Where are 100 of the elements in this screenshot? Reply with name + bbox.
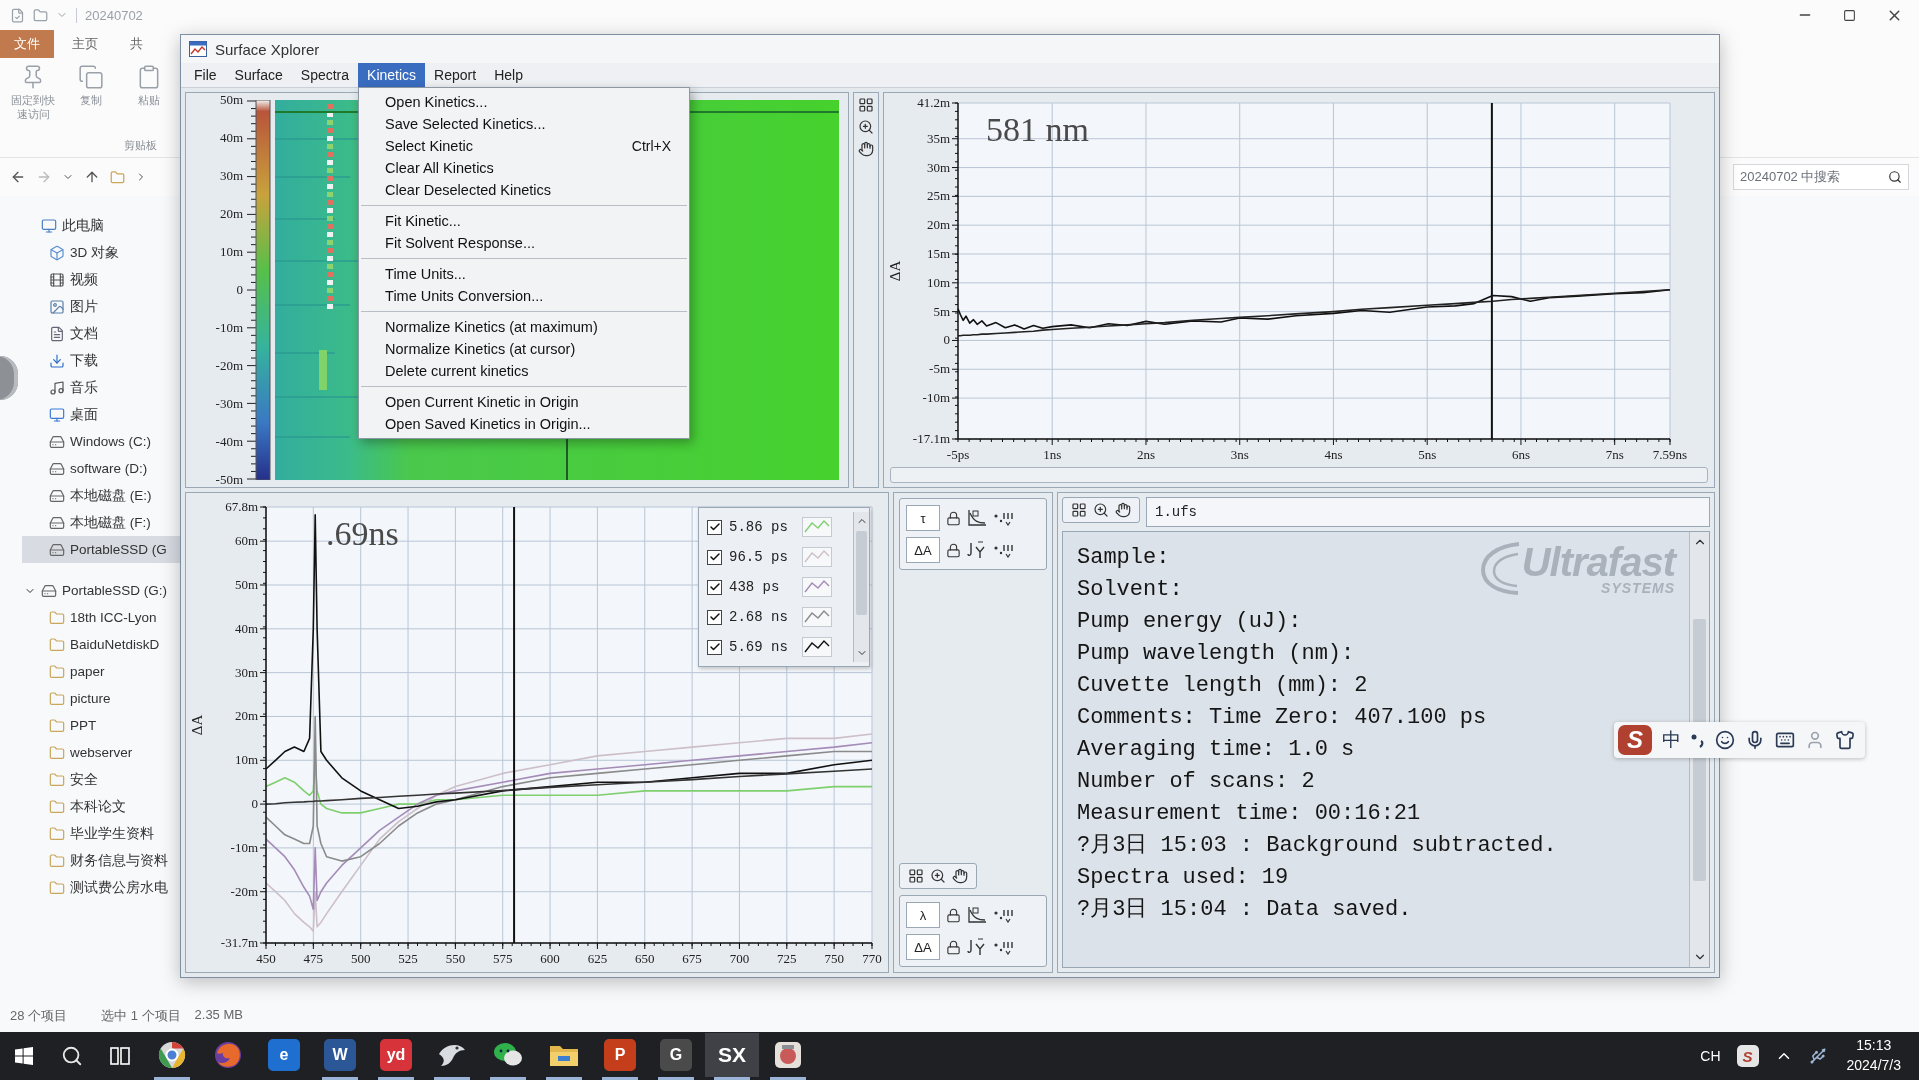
nav-item[interactable]: 文档 xyxy=(22,320,180,347)
nav-item[interactable]: 下载 xyxy=(22,347,180,374)
scrollbar[interactable] xyxy=(1689,532,1709,967)
axis-button[interactable]: λ xyxy=(906,902,940,928)
hand-icon[interactable] xyxy=(952,868,968,884)
menu-item[interactable]: Delete current kinetics xyxy=(359,360,690,382)
axis-button[interactable]: τ xyxy=(906,505,940,531)
nav-item[interactable]: PortableSSD (G xyxy=(22,536,180,563)
nav-item[interactable]: picture xyxy=(22,685,180,712)
curve-fit-icon[interactable] xyxy=(967,509,987,527)
menu-item[interactable]: Normalize Kinetics (at cursor) xyxy=(359,338,690,360)
nav-item[interactable]: Windows (C:) xyxy=(22,428,180,455)
taskbar-app[interactable]: e xyxy=(268,1039,300,1071)
curve-fit-icon[interactable] xyxy=(967,906,987,924)
axis-scale-icon[interactable] xyxy=(967,938,987,956)
menu-item[interactable]: Open Saved Kinetics in Origin... xyxy=(359,413,690,435)
menu-item[interactable]: Normalize Kinetics (at maximum) xyxy=(359,316,690,338)
search-field[interactable]: 20240702 中搜索 xyxy=(1733,164,1909,190)
number-format-icon[interactable] xyxy=(993,510,1015,526)
lock-icon[interactable] xyxy=(946,907,961,923)
nav-item[interactable]: 桌面 xyxy=(22,401,180,428)
menu-item[interactable]: Kinetics xyxy=(358,63,426,87)
nav-item[interactable]: 18th ICC-Lyon xyxy=(22,604,180,631)
nav-item[interactable]: 音乐 xyxy=(22,374,180,401)
scrollbar[interactable] xyxy=(890,467,1708,483)
hand-icon[interactable] xyxy=(858,141,874,157)
back-icon[interactable] xyxy=(10,169,26,185)
taskbar-app[interactable]: SX xyxy=(705,1033,759,1077)
nav-item[interactable]: 本科论文 xyxy=(22,793,180,820)
menu-item[interactable]: Fit Solvent Response... xyxy=(359,232,690,254)
nav-item[interactable]: software (D:) xyxy=(22,455,180,482)
taskbar-app[interactable]: P xyxy=(604,1039,636,1071)
punctuation-icon[interactable] xyxy=(1691,732,1705,748)
menu-item[interactable]: Clear Deselected Kinetics xyxy=(359,179,690,201)
menu-item[interactable]: Select Kinetic Ctrl+X xyxy=(359,135,690,157)
microphone-icon[interactable] xyxy=(1745,730,1765,750)
grid-icon[interactable] xyxy=(1071,502,1087,518)
nav-item[interactable]: paper xyxy=(22,658,180,685)
menu-item[interactable]: Open Kinetics... xyxy=(359,91,690,113)
nav-item[interactable]: 图片 xyxy=(22,293,180,320)
ime-mode-button[interactable]: 中 xyxy=(1662,727,1681,753)
up-icon[interactable] xyxy=(84,169,100,185)
menu-item[interactable]: Surface xyxy=(225,63,292,87)
clock[interactable]: 15:13 2024/7/3 xyxy=(1842,1036,1905,1076)
checkbox[interactable] xyxy=(707,579,722,595)
lock-icon[interactable] xyxy=(946,939,961,955)
lock-icon[interactable] xyxy=(946,542,961,558)
menu-item[interactable]: Spectra xyxy=(291,63,359,87)
menu-item[interactable]: Open Current Kinetic in Origin xyxy=(359,391,690,413)
usb-icon[interactable] xyxy=(1808,1047,1827,1065)
menu-item[interactable]: Help xyxy=(485,63,532,87)
menu-item[interactable]: Report xyxy=(425,63,486,87)
nav-item[interactable]: 本地磁盘 (F:) xyxy=(22,509,180,536)
menu-item[interactable]: Save Selected Kinetics... xyxy=(359,113,690,135)
menu-item[interactable]: File xyxy=(185,63,226,87)
lock-icon[interactable] xyxy=(946,510,961,526)
nav-item[interactable]: 3D 对象 xyxy=(22,239,180,266)
nav-item[interactable]: webserver xyxy=(22,739,180,766)
grid-icon[interactable] xyxy=(908,868,924,884)
menu-item[interactable]: Clear All Kinetics xyxy=(359,157,690,179)
nav-item[interactable]: 本地磁盘 (E:) xyxy=(22,482,180,509)
file-name-field[interactable]: 1.ufs xyxy=(1146,497,1710,527)
nav-item[interactable]: 安全 xyxy=(22,766,180,793)
ribbon-tab[interactable]: 共 xyxy=(116,30,157,58)
nav-item[interactable]: 此电脑 xyxy=(22,212,180,239)
smiley-icon[interactable] xyxy=(1715,730,1735,750)
nav-item[interactable]: BaiduNetdiskD xyxy=(22,631,180,658)
axis-button[interactable]: ΔA xyxy=(906,934,940,960)
maximize-icon[interactable] xyxy=(1843,8,1856,22)
axis-scale-icon[interactable] xyxy=(967,541,987,559)
taskbar-app[interactable]: W xyxy=(324,1039,356,1071)
document-check-icon[interactable] xyxy=(10,7,25,23)
nav-item[interactable]: PPT xyxy=(22,712,180,739)
number-format-icon[interactable] xyxy=(993,542,1015,558)
language-indicator[interactable]: CH xyxy=(1700,1048,1721,1064)
taskbar-app[interactable]: yd xyxy=(380,1039,412,1071)
number-format-icon[interactable] xyxy=(993,939,1015,955)
nav-item[interactable]: 测试费公房水电 xyxy=(22,874,180,901)
ribbon-tab[interactable]: 主页 xyxy=(58,30,112,58)
nav-item[interactable]: 财务信息与资料 xyxy=(22,847,180,874)
checkbox[interactable] xyxy=(707,639,722,655)
menu-item[interactable]: Time Units Conversion... xyxy=(359,285,690,307)
search-icon[interactable] xyxy=(1888,170,1902,184)
zoom-icon[interactable] xyxy=(930,868,946,884)
taskbar-app[interactable]: G xyxy=(660,1039,692,1071)
menu-item[interactable]: Time Units... xyxy=(359,263,690,285)
hand-icon[interactable] xyxy=(1115,502,1131,518)
nav-item[interactable]: PortableSSD (G:) xyxy=(22,577,180,604)
axis-button[interactable]: ΔA xyxy=(906,537,940,563)
zoom-icon[interactable] xyxy=(858,119,874,135)
keyboard-icon[interactable] xyxy=(1775,730,1795,750)
checkbox[interactable] xyxy=(707,549,722,565)
nav-item[interactable]: 视频 xyxy=(22,266,180,293)
zoom-icon[interactable] xyxy=(1093,502,1109,518)
menu-item[interactable]: Fit Kinetic... xyxy=(359,210,690,232)
grid-icon[interactable] xyxy=(858,97,874,113)
checkbox[interactable] xyxy=(707,519,722,535)
number-format-icon[interactable] xyxy=(993,907,1015,923)
ime-tray-button[interactable]: S xyxy=(1736,1045,1759,1067)
checkbox[interactable] xyxy=(707,609,722,625)
